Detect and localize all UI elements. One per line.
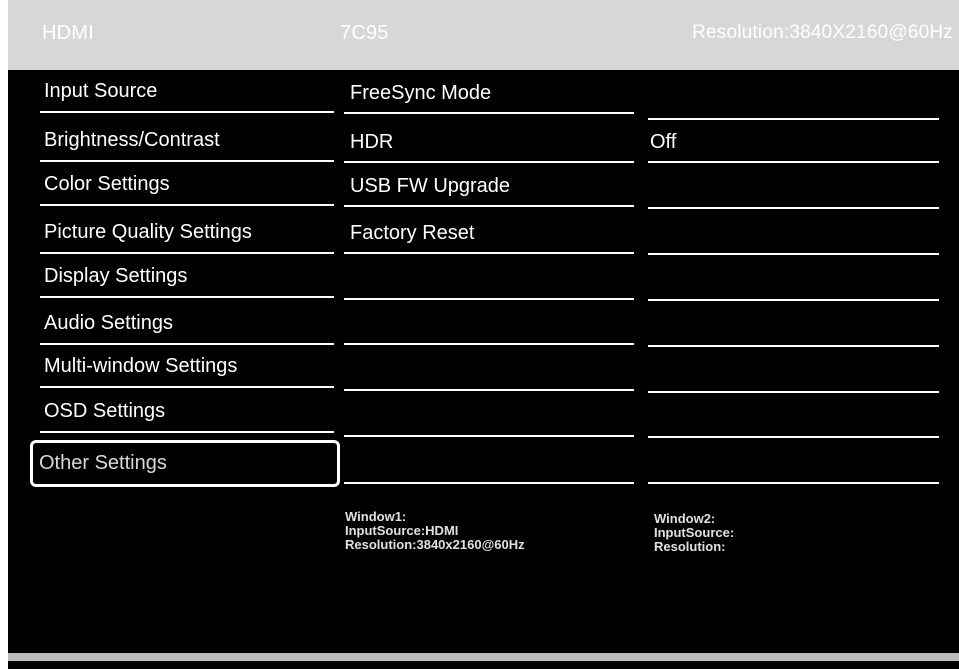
header-model: 7C95	[340, 22, 389, 44]
value-empty	[648, 353, 939, 393]
menu-item-multi-window-settings[interactable]: Multi-window Settings	[34, 348, 334, 388]
submenu-item-empty	[344, 260, 634, 300]
menu-item-picture-quality-settings[interactable]: Picture Quality Settings	[34, 214, 334, 254]
divider	[344, 252, 634, 254]
menu-item-label: Brightness/Contrast	[44, 129, 220, 151]
window1-title: Window1:	[345, 509, 407, 524]
window1-info: Window1: InputSource:HDMI Resolution:384…	[345, 510, 525, 552]
divider	[648, 436, 939, 438]
menu-item-osd-settings[interactable]: OSD Settings	[34, 393, 334, 433]
submenu-item-freesync-mode[interactable]: FreeSync Mode	[344, 74, 634, 114]
value-empty	[648, 444, 939, 484]
submenu-item-factory-reset[interactable]: Factory Reset	[344, 214, 634, 254]
divider	[648, 391, 939, 393]
submenu-item-label: HDR	[350, 131, 394, 153]
divider	[344, 343, 634, 345]
divider	[344, 298, 634, 300]
divider	[40, 204, 334, 206]
header-input-source: HDMI	[42, 22, 94, 44]
submenu-item-label: USB FW Upgrade	[350, 175, 511, 197]
divider	[648, 118, 939, 120]
divider	[344, 482, 634, 484]
value-freesync-mode	[648, 80, 939, 120]
divider	[344, 205, 634, 207]
menu-item-label: Picture Quality Settings	[44, 221, 252, 243]
divider	[40, 252, 334, 254]
submenu-item-empty	[344, 397, 634, 437]
menu-item-label: Display Settings	[44, 265, 188, 287]
divider	[344, 389, 634, 391]
osd-header: HDMI 7C95 Resolution:3840X2160@60Hz	[8, 0, 959, 70]
divider	[40, 111, 334, 113]
window2-info: Window2: InputSource: Resolution:	[654, 512, 734, 554]
divider	[40, 296, 334, 298]
menu-item-input-source[interactable]: Input Source	[34, 73, 334, 113]
divider	[344, 161, 634, 163]
divider	[40, 386, 334, 388]
value-empty	[648, 261, 939, 301]
divider	[648, 207, 939, 209]
value-usb-fw-upgrade	[648, 169, 939, 209]
divider	[40, 431, 334, 433]
value-label: Off	[650, 131, 677, 153]
header-resolution: Resolution:3840X2160@60Hz	[692, 22, 953, 43]
menu-item-audio-settings[interactable]: Audio Settings	[34, 305, 334, 345]
menu-item-label: Color Settings	[44, 173, 170, 195]
menu-item-brightness-contrast[interactable]: Brightness/Contrast	[34, 122, 334, 162]
menu-item-label: OSD Settings	[44, 400, 166, 422]
value-hdr: Off	[648, 123, 939, 163]
submenu-item-hdr[interactable]: HDR	[344, 123, 634, 163]
value-empty	[648, 398, 939, 438]
value-empty	[648, 307, 939, 347]
window2-resolution: Resolution:	[654, 539, 726, 554]
divider	[648, 161, 939, 163]
divider	[648, 299, 939, 301]
submenu-item-usb-fw-upgrade[interactable]: USB FW Upgrade	[344, 167, 634, 207]
menu-item-label: Other Settings	[39, 452, 167, 474]
menu-item-color-settings[interactable]: Color Settings	[34, 166, 334, 206]
window2-input-source: InputSource:	[654, 525, 735, 540]
value-factory-reset	[648, 215, 939, 255]
window1-resolution: Resolution:3840x2160@60Hz	[345, 537, 525, 552]
menu-item-other-settings[interactable]: Other Settings	[30, 440, 340, 487]
divider	[648, 253, 939, 255]
divider	[344, 112, 634, 114]
menu-item-label: Multi-window Settings	[44, 355, 238, 377]
window2-title: Window2:	[654, 511, 716, 526]
menu-item-label: Audio Settings	[44, 312, 173, 334]
menu-item-display-settings[interactable]: Display Settings	[34, 258, 334, 298]
osd-menu: HDMI 7C95 Resolution:3840X2160@60Hz Inpu…	[8, 0, 959, 669]
divider	[40, 160, 334, 162]
submenu-item-empty	[344, 444, 634, 484]
divider	[648, 482, 939, 484]
window1-input-source: InputSource:HDMI	[345, 523, 459, 538]
submenu-item-empty	[344, 351, 634, 391]
divider	[648, 345, 939, 347]
bottom-bar	[8, 653, 959, 661]
menu-item-label: Input Source	[44, 80, 158, 102]
divider	[344, 435, 634, 437]
divider	[40, 343, 334, 345]
submenu-item-label: FreeSync Mode	[350, 82, 492, 104]
submenu-item-empty	[344, 305, 634, 345]
submenu-item-label: Factory Reset	[350, 222, 475, 244]
